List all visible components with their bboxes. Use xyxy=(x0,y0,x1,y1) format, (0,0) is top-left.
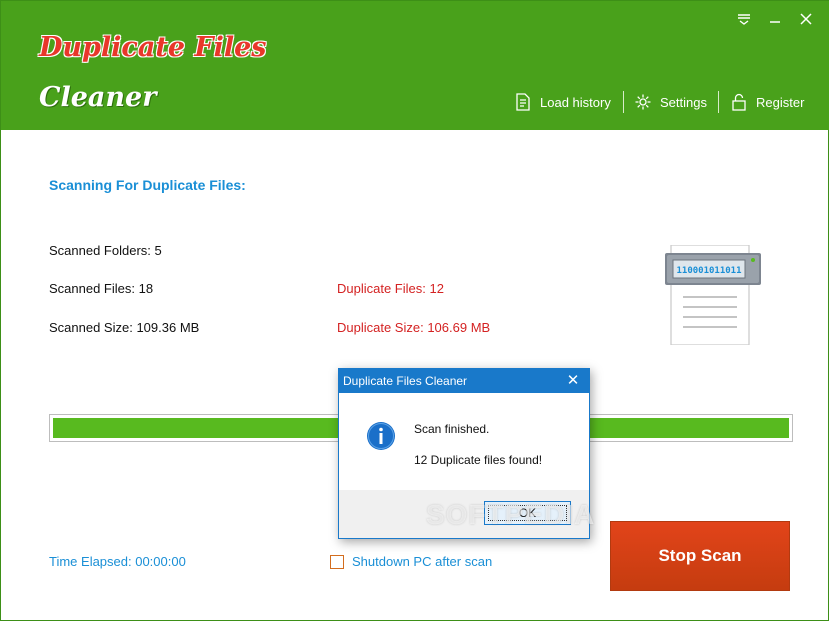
time-elapsed: Time Elapsed: 00:00:00 xyxy=(49,554,186,569)
history-document-icon xyxy=(514,93,532,111)
binary-readout: 110001011011 xyxy=(676,266,741,276)
dialog-body: Scan finished. 12 Duplicate files found! xyxy=(339,393,589,490)
scanned-folders: Scanned Folders: 5 xyxy=(49,243,162,258)
minimize-icon[interactable] xyxy=(764,11,786,33)
info-icon xyxy=(366,421,396,451)
shutdown-after-scan-option[interactable]: Shutdown PC after scan xyxy=(330,554,492,569)
load-history-label: Load history xyxy=(540,94,611,110)
settings-button[interactable]: Settings xyxy=(634,90,707,114)
register-label: Register xyxy=(756,94,805,110)
menu-icon[interactable] xyxy=(733,11,755,33)
dialog-message-line1: Scan finished. xyxy=(414,422,490,436)
dialog-titlebar: Duplicate Files Cleaner ✕ xyxy=(339,369,589,393)
dialog-title: Duplicate Files Cleaner xyxy=(343,374,468,388)
ok-button[interactable]: OK xyxy=(484,501,571,525)
nav-divider xyxy=(623,91,624,113)
dialog-footer: OK xyxy=(339,490,589,538)
scan-title: Scanning For Duplicate Files: xyxy=(49,177,246,193)
scanned-size: Scanned Size: 109.36 MB xyxy=(49,320,200,335)
shutdown-label: Shutdown PC after scan xyxy=(352,554,493,569)
load-history-button[interactable]: Load history xyxy=(514,90,611,114)
stop-scan-button[interactable]: Stop Scan xyxy=(610,521,790,591)
header-bar: Duplicate Files Cleaner Load history Set… xyxy=(1,1,829,130)
logo-line1: Duplicate Files xyxy=(39,32,267,63)
dialog-close-icon[interactable]: ✕ xyxy=(563,369,583,393)
duplicate-size: Duplicate Size: 106.69 MB xyxy=(337,320,491,335)
duplicate-files: Duplicate Files: 12 xyxy=(337,281,444,296)
close-icon[interactable] xyxy=(795,11,817,33)
settings-label: Settings xyxy=(660,94,707,110)
logo-line2: Cleaner xyxy=(39,82,157,113)
scan-finished-dialog: Duplicate Files Cleaner ✕ Scan finished.… xyxy=(338,368,590,539)
dialog-message-line2: 12 Duplicate files found! xyxy=(414,453,543,467)
nav-divider xyxy=(718,91,719,113)
app-window: Duplicate Files Cleaner Load history Set… xyxy=(0,0,829,621)
scanner-icon: 110001011011 xyxy=(665,244,761,346)
app-logo: Duplicate Files Cleaner xyxy=(39,23,266,123)
focus-ring xyxy=(488,505,567,521)
shutdown-checkbox[interactable] xyxy=(330,554,344,569)
scanned-files: Scanned Files: 18 xyxy=(49,281,154,296)
register-button[interactable]: Register xyxy=(730,90,804,114)
lock-icon xyxy=(730,93,748,111)
gear-icon xyxy=(634,93,652,111)
